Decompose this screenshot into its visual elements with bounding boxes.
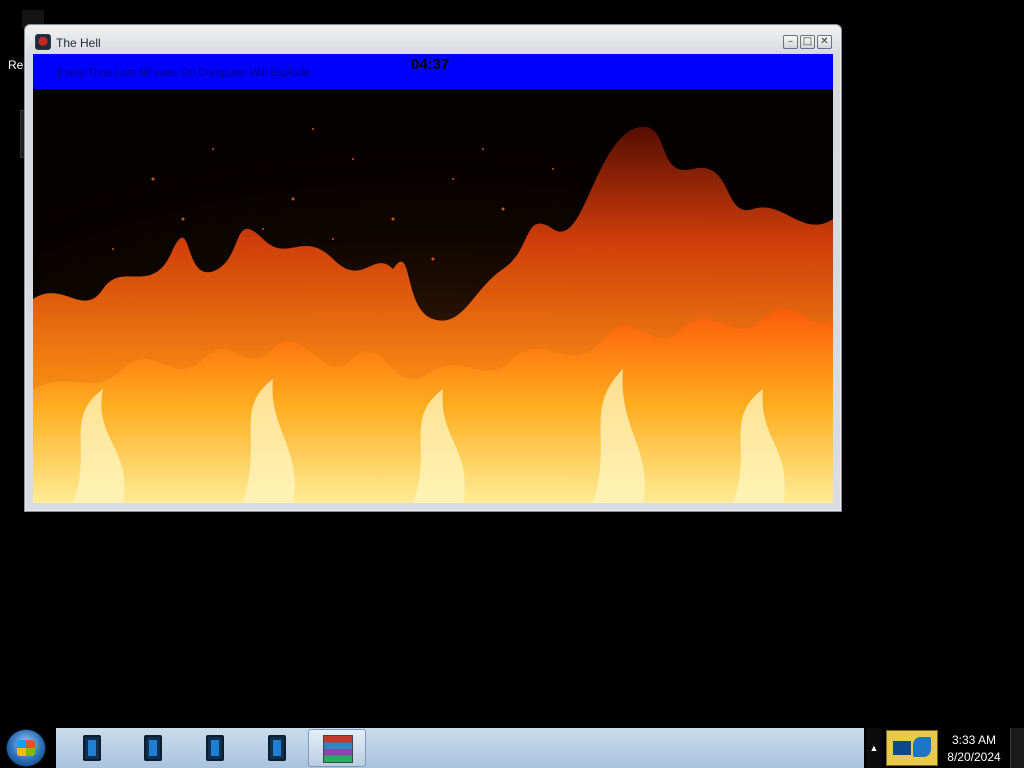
clock-date[interactable]: 8/20/2024 bbox=[944, 750, 1004, 764]
show-desktop-button[interactable] bbox=[1010, 728, 1024, 768]
fire-image bbox=[33, 89, 833, 503]
window-title: The Hell bbox=[56, 36, 101, 50]
taskbar: ▲ 3:33 AM 8/20/2024 bbox=[0, 728, 1024, 768]
warning-message: Every Time Lost Minutes On Computer Will… bbox=[57, 67, 311, 79]
clock-time[interactable]: 3:33 AM bbox=[944, 733, 1004, 747]
app-tile-icon bbox=[268, 735, 286, 761]
app-tile-icon bbox=[206, 735, 224, 761]
app-tile-icon bbox=[144, 735, 162, 761]
warning-banner: Every Time Lost Minutes On Computer Will… bbox=[33, 54, 833, 89]
taskbar-strip bbox=[56, 728, 864, 768]
tray-expand-button[interactable]: ▲ bbox=[866, 728, 882, 768]
tray-app-icon[interactable] bbox=[886, 730, 938, 766]
maximize-button[interactable]: □ bbox=[800, 35, 815, 49]
window-titlebar[interactable]: The Hell – □ ✕ bbox=[25, 25, 841, 53]
app-skull-icon[interactable] bbox=[35, 34, 51, 50]
desktop: Re The Hell – □ ✕ Every Time Lost Minute… bbox=[0, 0, 1024, 768]
app-tile-icon bbox=[83, 735, 101, 761]
desktop-icon-label[interactable]: Re bbox=[8, 58, 23, 72]
taskbar-item-app[interactable] bbox=[135, 732, 167, 764]
minimize-button[interactable]: – bbox=[783, 35, 798, 49]
close-button[interactable]: ✕ bbox=[817, 35, 832, 49]
the-hell-window[interactable]: The Hell – □ ✕ Every Time Lost Minutes O… bbox=[24, 24, 842, 512]
countdown-timer: 04:37 bbox=[411, 56, 450, 73]
winrar-icon bbox=[323, 735, 353, 763]
windows-start-icon[interactable] bbox=[6, 729, 46, 767]
taskbar-item-app[interactable] bbox=[197, 732, 229, 764]
taskbar-item-winrar[interactable] bbox=[308, 729, 366, 767]
taskbar-item-app[interactable] bbox=[74, 732, 106, 764]
taskbar-item-app[interactable] bbox=[259, 732, 291, 764]
flames-graphic bbox=[33, 89, 833, 503]
